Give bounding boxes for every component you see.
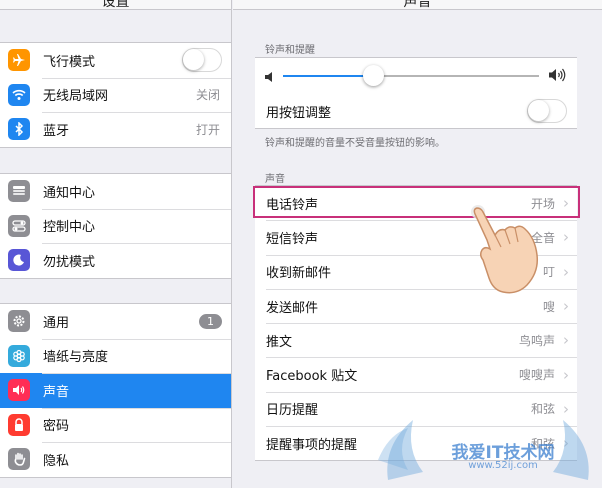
- sound-row-calendar-alerts[interactable]: 日历提醒 和弦 ›: [255, 391, 577, 426]
- sidebar-item-label: 无线局域网: [43, 89, 109, 105]
- notification-center-icon: [8, 180, 30, 203]
- chevron-right-icon: ›: [563, 262, 569, 281]
- sidebar-item-notification-center[interactable]: 通知中心: [0, 174, 231, 209]
- moon-icon: [8, 249, 30, 272]
- sound-row-sent-mail[interactable]: 发送邮件 嗖 ›: [255, 288, 577, 323]
- sound-row-value: 和弦: [530, 402, 555, 417]
- sidebar-item-label: 控制中心: [43, 220, 96, 236]
- wallpaper-icon: [8, 344, 30, 367]
- chevron-right-icon: ›: [563, 434, 569, 453]
- sidebar-item-label: 通知中心: [43, 185, 96, 201]
- sounds-detail-pane: 声音 铃声和提醒 用按钮调整 铃声和提醒的音量不受音量按钮的影响。 声音 电话铃…: [233, 0, 602, 488]
- settings-sidebar: 设置 飞行模式 无线局域网 关闭 蓝牙 打开 通知中心 控制中心 勿扰模式 通用…: [0, 0, 232, 488]
- change-with-buttons-toggle[interactable]: [527, 99, 567, 124]
- gear-icon: [8, 310, 30, 333]
- sounds-section-header: 声音: [265, 174, 285, 185]
- sidebar-item-privacy[interactable]: 隐私: [0, 442, 231, 477]
- volume-low-icon: [265, 67, 273, 86]
- sound-row-value: 叮: [542, 265, 555, 280]
- sidebar-item-label: 墙纸与亮度: [43, 350, 109, 366]
- sidebar-item-label: 蓝牙: [43, 123, 70, 139]
- sound-row-ringtone[interactable]: 电话铃声 开场 ›: [255, 186, 577, 220]
- sound-row-value: 开场: [530, 196, 555, 211]
- chevron-right-icon: ›: [563, 297, 569, 316]
- detail-navbar: 声音: [233, 0, 602, 10]
- volume-slider[interactable]: [283, 65, 539, 86]
- sound-row-label: 日历提醒: [266, 403, 319, 419]
- sidebar-item-label: 隐私: [43, 453, 70, 469]
- sidebar-item-bluetooth[interactable]: 蓝牙 打开: [0, 112, 231, 147]
- sound-row-label: 收到新邮件: [266, 266, 332, 282]
- sound-row-label: Facebook 贴文: [266, 369, 358, 385]
- sidebar-navbar: 设置: [0, 0, 231, 10]
- ringer-footnote: 铃声和提醒的音量不受音量按钮的影响。: [265, 138, 445, 149]
- sidebar-item-wifi[interactable]: 无线局域网 关闭: [0, 77, 231, 113]
- lock-icon: [8, 413, 30, 436]
- sidebar-item-general[interactable]: 通用 1: [0, 304, 231, 339]
- hand-icon: [8, 448, 30, 471]
- sound-row-value: 鸟鸣声: [518, 333, 555, 348]
- sidebar-item-label: 通用: [43, 315, 70, 331]
- speaker-icon: [8, 379, 30, 402]
- sidebar-title: 设置: [101, 0, 130, 10]
- sidebar-item-control-center[interactable]: 控制中心: [0, 208, 231, 244]
- volume-slider-row: [255, 58, 577, 94]
- chevron-right-icon: ›: [563, 331, 569, 350]
- sidebar-item-wallpaper-brightness[interactable]: 墙纸与亮度: [0, 338, 231, 374]
- sidebar-item-airplane-mode[interactable]: 飞行模式: [0, 43, 231, 78]
- change-with-buttons-label: 用按钮调整: [266, 105, 332, 121]
- sidebar-item-label: 飞行模式: [43, 54, 96, 70]
- sidebar-item-sounds[interactable]: 声音: [0, 373, 231, 408]
- volume-high-icon: [549, 67, 567, 86]
- control-center-icon: [8, 214, 30, 237]
- sidebar-group-centers: 通知中心 控制中心 勿扰模式: [0, 173, 231, 279]
- bluetooth-icon: [8, 118, 30, 141]
- ringer-section-header: 铃声和提醒: [265, 45, 315, 56]
- sidebar-group-connectivity: 飞行模式 无线局域网 关闭 蓝牙 打开: [0, 42, 231, 148]
- sound-row-label: 发送邮件: [266, 300, 319, 316]
- sidebar-group-general: 通用 1 墙纸与亮度 声音 密码 隐私: [0, 303, 231, 478]
- volume-slider-thumb[interactable]: [362, 65, 384, 86]
- airplane-icon: [8, 49, 30, 72]
- chevron-right-icon: ›: [563, 194, 569, 213]
- sounds-list: 电话铃声 开场 › 短信铃声 三全音 › 收到新邮件 叮 › 发送邮件 嗖 › …: [255, 185, 577, 462]
- volume-slider-fill: [283, 75, 373, 77]
- sidebar-item-label: 勿扰模式: [43, 254, 96, 270]
- sound-row-value: 嗖嗖声: [518, 368, 555, 383]
- chevron-right-icon: ›: [563, 399, 569, 418]
- sidebar-item-do-not-disturb[interactable]: 勿扰模式: [0, 243, 231, 278]
- ringer-group: 用按钮调整: [255, 57, 577, 130]
- sidebar-item-label: 密码: [43, 419, 70, 435]
- sound-row-facebook-post[interactable]: Facebook 贴文 嗖嗖声 ›: [255, 357, 577, 391]
- sound-row-value: 嗖: [542, 299, 555, 314]
- sound-row-label: 电话铃声: [266, 197, 319, 213]
- sound-row-new-mail[interactable]: 收到新邮件 叮 ›: [255, 254, 577, 289]
- chevron-right-icon: ›: [563, 365, 569, 384]
- wifi-status: 关闭: [195, 88, 220, 103]
- bluetooth-status: 打开: [195, 122, 220, 137]
- chevron-right-icon: ›: [563, 228, 569, 247]
- wifi-icon: [8, 83, 30, 106]
- detail-title: 声音: [403, 0, 432, 10]
- sidebar-item-passcode[interactable]: 密码: [0, 407, 231, 443]
- change-with-buttons-row: 用按钮调整: [255, 94, 577, 128]
- sound-row-label: 短信铃声: [266, 231, 319, 247]
- sound-row-text-tone[interactable]: 短信铃声 三全音 ›: [255, 220, 577, 254]
- sound-row-label: 推文: [266, 334, 293, 350]
- sound-row-value: 三全音: [518, 230, 555, 245]
- airplane-mode-toggle[interactable]: [182, 48, 222, 73]
- update-badge: 1: [199, 313, 222, 329]
- sidebar-item-label: 声音: [43, 384, 70, 400]
- watermark-url: www.52ij.com: [468, 460, 538, 471]
- sound-row-tweet[interactable]: 推文 鸟鸣声 ›: [255, 323, 577, 357]
